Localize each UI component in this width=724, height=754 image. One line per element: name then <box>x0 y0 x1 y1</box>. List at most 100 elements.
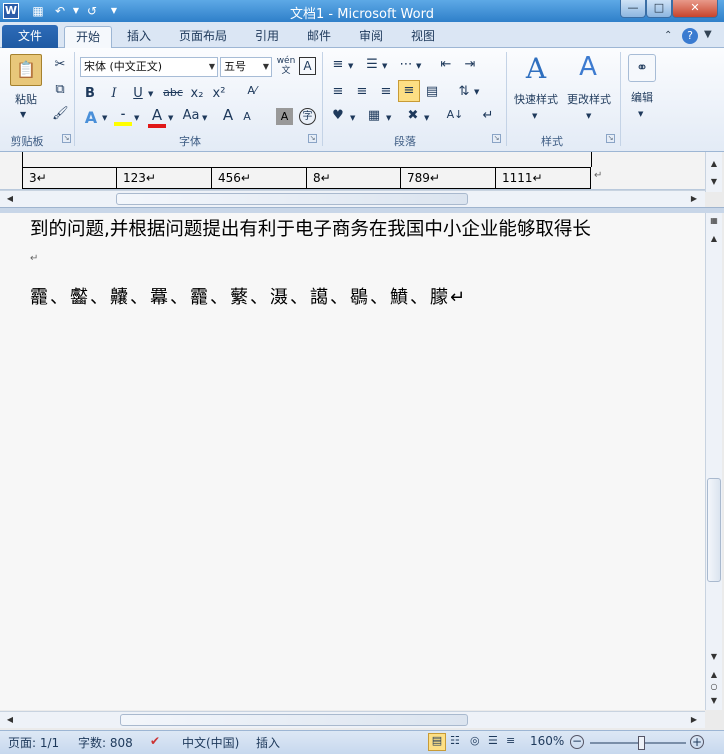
scroll-down-arrow[interactable]: ▼ <box>706 174 722 190</box>
next-page-icon[interactable]: ▼ <box>706 693 722 709</box>
align-center-icon[interactable]: ≡ <box>354 84 370 99</box>
maximize-button[interactable]: □ <box>646 0 672 18</box>
font-name-combo[interactable]: 宋体 (中文正文) ▼ <box>80 57 218 77</box>
table-cell[interactable]: 123↵ <box>116 167 212 189</box>
paste-button[interactable]: 粘贴 <box>8 90 44 110</box>
sort-icon[interactable]: A↓ <box>446 108 464 121</box>
copy-icon[interactable]: ⧉ <box>52 82 68 97</box>
table-cell[interactable]: 456↵ <box>211 167 307 189</box>
distributed-icon[interactable]: ▤ <box>424 84 440 99</box>
help-icon[interactable]: ? <box>682 28 698 44</box>
line-spacing-dropdown-icon[interactable]: ▼ <box>474 88 479 96</box>
change-styles-dropdown-icon[interactable]: ▼ <box>586 112 591 120</box>
table-cell[interactable]: 1111↵ <box>495 167 591 189</box>
tab-insert[interactable]: 插入 <box>116 26 162 48</box>
main-vertical-scrollbar[interactable]: ▦ ▲ ▼ ▲ ○ ▼ <box>705 213 722 710</box>
show-marks-icon[interactable]: ↵ <box>480 108 496 123</box>
full-screen-reading-icon[interactable]: ☷ <box>450 734 460 747</box>
tab-page-layout[interactable]: 页面布局 <box>168 26 238 48</box>
scroll-left-arrow[interactable]: ◀ <box>2 191 18 207</box>
quick-styles-button[interactable]: 快速样式 <box>510 90 562 110</box>
table-cell[interactable]: 8↵ <box>306 167 401 189</box>
scroll-up-arrow[interactable]: ▲ <box>706 156 722 172</box>
scroll-thumb[interactable] <box>120 714 468 726</box>
clear-formatting-icon[interactable]: A⁄ <box>242 84 262 97</box>
chinese-layout-dropdown-icon[interactable]: ▼ <box>424 114 429 122</box>
tab-references[interactable]: 引用 <box>244 26 290 48</box>
align-right-icon[interactable]: ≡ <box>378 84 394 99</box>
change-styles-button[interactable]: 更改样式 <box>562 90 616 110</box>
document-paragraph-2[interactable]: 龗、齾、齉、羃、龗、蘩、滠、譪、鶡、鱝、朦↵ <box>30 283 467 309</box>
collapse-ribbon-icon[interactable]: ⌃ <box>664 30 672 41</box>
shading-icon[interactable]: ♥ <box>330 108 346 123</box>
ruler-toggle-icon[interactable]: ▦ <box>706 213 722 229</box>
change-case-button[interactable]: Aa <box>180 108 202 123</box>
highlight-color-icon[interactable]: ⁃ <box>114 108 132 126</box>
shrink-font-button[interactable]: A <box>240 110 254 123</box>
paragraph-launcher-icon[interactable]: ↘ <box>492 134 501 143</box>
table-cell[interactable]: 3↵ <box>22 167 117 189</box>
tab-mailings[interactable]: 邮件 <box>296 26 342 48</box>
subscript-button[interactable]: x₂ <box>188 86 206 101</box>
tab-home[interactable]: 开始 <box>64 26 112 48</box>
multilevel-dropdown-icon[interactable]: ▼ <box>416 62 421 70</box>
top-pane-scrollbar[interactable]: ▲ ▼ <box>705 152 722 192</box>
main-horizontal-scrollbar[interactable]: ◀ ▶ <box>0 711 705 728</box>
change-styles-icon[interactable]: A <box>572 52 604 86</box>
phonetic-guide-icon[interactable]: wén 文 <box>276 56 296 76</box>
close-button[interactable]: ✕ <box>672 0 718 18</box>
scroll-thumb[interactable] <box>116 193 468 205</box>
change-case-dropdown-icon[interactable]: ▼ <box>202 114 207 122</box>
paste-icon[interactable]: 📋 <box>10 54 42 86</box>
align-left-icon[interactable]: ≡ <box>330 84 346 99</box>
font-color-dropdown-icon[interactable]: ▼ <box>168 114 173 122</box>
word-count[interactable]: 字数: 808 <box>78 734 133 751</box>
document-paragraph-1[interactable]: 到的问题,并根据问题提出有利于电子商务在我国中小企业能够取得长 <box>30 215 591 241</box>
scroll-right-arrow[interactable]: ▶ <box>686 712 702 728</box>
zoom-in-icon[interactable]: + <box>690 735 704 749</box>
chinese-layout-icon[interactable]: ✖ <box>404 108 422 123</box>
language[interactable]: 中文(中国) <box>182 734 239 751</box>
italic-button[interactable]: I <box>106 86 122 101</box>
decrease-indent-icon[interactable]: ⇤ <box>438 57 454 72</box>
zoom-slider-thumb[interactable] <box>638 736 645 750</box>
text-effects-dropdown-icon[interactable]: ▼ <box>102 114 107 122</box>
paste-dropdown-icon[interactable]: ▼ <box>20 110 26 119</box>
minimize-button[interactable]: — <box>620 0 646 18</box>
bullets-icon[interactable]: ≡ <box>330 57 346 72</box>
highlight-dropdown-icon[interactable]: ▼ <box>134 114 139 122</box>
outline-icon[interactable]: ☰ <box>488 734 498 747</box>
shading-dropdown-icon[interactable]: ▼ <box>350 114 355 122</box>
borders-icon[interactable]: ▦ <box>366 108 382 123</box>
tab-file[interactable]: 文件 <box>2 25 58 48</box>
justify-icon[interactable]: ≡ <box>398 80 420 102</box>
table-cell[interactable]: 789↵ <box>400 167 496 189</box>
draft-icon[interactable]: ≡ <box>506 734 515 747</box>
numbering-icon[interactable]: ☰ <box>364 57 380 72</box>
line-spacing-icon[interactable]: ⇅ <box>456 84 472 99</box>
page-count[interactable]: 页面: 1/1 <box>8 734 59 751</box>
top-pane-hscrollbar[interactable]: ◀ ▶ <box>0 190 705 207</box>
font-size-combo[interactable]: 五号 ▼ <box>220 57 272 77</box>
enclose-characters-icon[interactable]: 字 <box>299 108 316 125</box>
numbering-dropdown-icon[interactable]: ▼ <box>382 62 387 70</box>
scroll-thumb[interactable] <box>707 478 721 582</box>
tab-review[interactable]: 审阅 <box>348 26 394 48</box>
multilevel-list-icon[interactable]: ⋯ <box>398 57 414 72</box>
increase-indent-icon[interactable]: ⇥ <box>462 57 478 72</box>
underline-button[interactable]: U <box>130 86 146 101</box>
document-page[interactable]: 到的问题,并根据问题提出有利于电子商务在我国中小企业能够取得长 ↵ 龗、齾、齉、… <box>0 213 705 710</box>
editing-dropdown-icon[interactable]: ▼ <box>638 110 643 118</box>
scroll-up-arrow[interactable]: ▲ <box>706 231 722 247</box>
superscript-button[interactable]: x² <box>210 86 228 101</box>
bullets-dropdown-icon[interactable]: ▼ <box>348 62 353 70</box>
tab-view[interactable]: 视图 <box>400 26 446 48</box>
zoom-out-icon[interactable]: − <box>570 735 584 749</box>
print-layout-icon[interactable]: ▤ <box>428 733 446 751</box>
chevron-down-icon[interactable]: ▼ <box>263 58 269 76</box>
strikethrough-button[interactable]: abc <box>160 86 186 99</box>
scroll-right-arrow[interactable]: ▶ <box>686 191 702 207</box>
web-layout-icon[interactable]: ◎ <box>470 734 480 747</box>
clipboard-launcher-icon[interactable]: ↘ <box>62 134 71 143</box>
underline-dropdown-icon[interactable]: ▼ <box>148 90 153 98</box>
